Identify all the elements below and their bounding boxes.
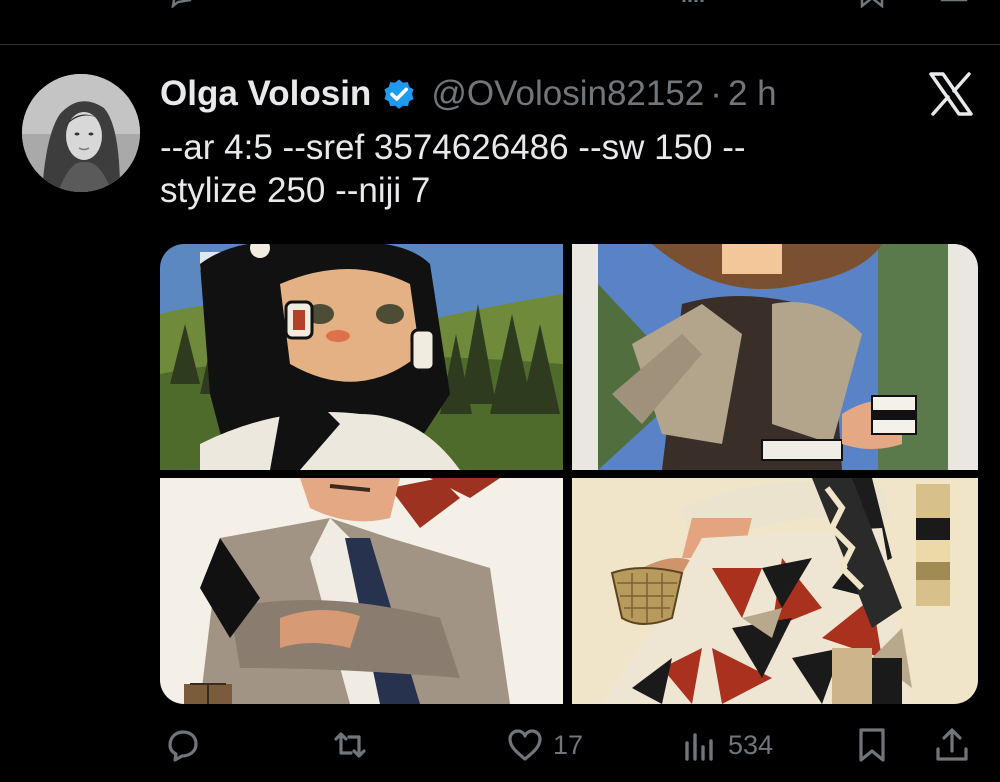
avatar[interactable] [22, 74, 140, 192]
verified-badge-icon[interactable] [381, 76, 417, 112]
repost-button[interactable] [330, 720, 378, 770]
author-display-name[interactable]: Olga Volosin [160, 74, 371, 114]
separator-dot: · [710, 74, 722, 113]
views-count: 534 [728, 729, 774, 760]
repost-icon[interactable] [338, 0, 366, 8]
views-icon[interactable] [680, 0, 708, 8]
x-logo-icon[interactable] [928, 72, 974, 116]
media-image-1[interactable] [160, 244, 563, 470]
media-image-2[interactable] [572, 244, 978, 470]
tweet-header: Olga Volosin @OVolosin82152 · 2 h [160, 70, 777, 118]
tweet-actions: 17 534 [0, 720, 1000, 770]
tweet-divider [0, 44, 1000, 45]
repost-icon [330, 725, 370, 765]
media-image-4[interactable] [572, 478, 978, 704]
views-button[interactable]: 534 [680, 720, 773, 770]
heart-icon [505, 725, 545, 765]
media-grid [160, 244, 978, 704]
share-icon [932, 725, 972, 765]
reply-icon[interactable] [168, 0, 196, 10]
reply-icon [162, 725, 202, 765]
bookmark-icon [852, 725, 892, 765]
previous-tweet-actions [0, 0, 1000, 16]
share-button[interactable] [932, 720, 972, 770]
views-icon [680, 725, 720, 765]
tweet-timestamp[interactable]: 2 h [728, 74, 777, 114]
bookmark-icon[interactable] [858, 0, 886, 9]
share-icon[interactable] [940, 0, 968, 8]
media-image-3[interactable] [160, 478, 563, 704]
heart-icon[interactable] [512, 0, 540, 8]
reply-button[interactable] [162, 720, 210, 770]
like-button[interactable]: 17 [505, 720, 583, 770]
like-count: 17 [553, 729, 584, 760]
tweet-text: --ar 4:5 --sref 3574626486 --sw 150 -- s… [160, 128, 746, 210]
author-handle[interactable]: @OVolosin82152 [431, 74, 704, 114]
bookmark-button[interactable] [852, 720, 892, 770]
